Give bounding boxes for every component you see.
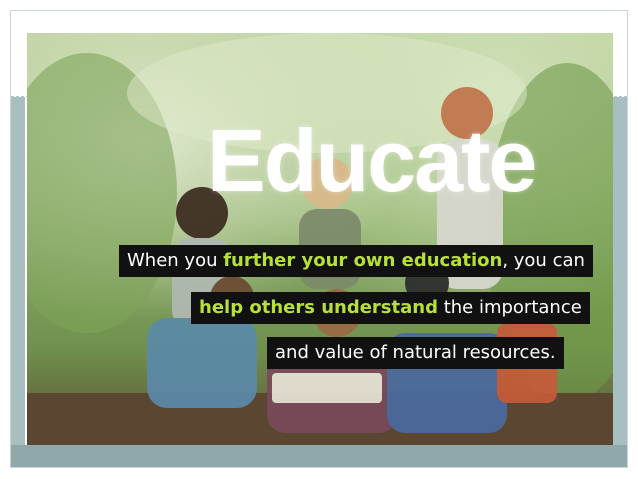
right-side-band <box>613 97 627 459</box>
bottom-band <box>11 445 627 467</box>
caption-line-1: When you further your own education, you… <box>119 245 593 277</box>
caption-line-3-text: and value of natural resources. <box>275 342 556 363</box>
caption-line-3: and value of natural resources. <box>267 337 564 369</box>
left-side-band <box>11 97 25 459</box>
children-reading-photo: Educate When you further your own educat… <box>27 33 613 457</box>
caption-line-2-highlight: help others understand <box>199 297 438 318</box>
caption-line-1-tail: , you can <box>502 250 585 271</box>
caption-line-1-highlight: further your own education <box>223 250 503 271</box>
caption-line-2: help others understand the importance <box>191 292 590 324</box>
slide-frame: Educate When you further your own educat… <box>10 10 628 468</box>
caption-line-2-tail: the importance <box>437 297 582 318</box>
headline-educate: Educate <box>207 111 537 210</box>
caption-line-1-text: When you <box>127 250 224 271</box>
